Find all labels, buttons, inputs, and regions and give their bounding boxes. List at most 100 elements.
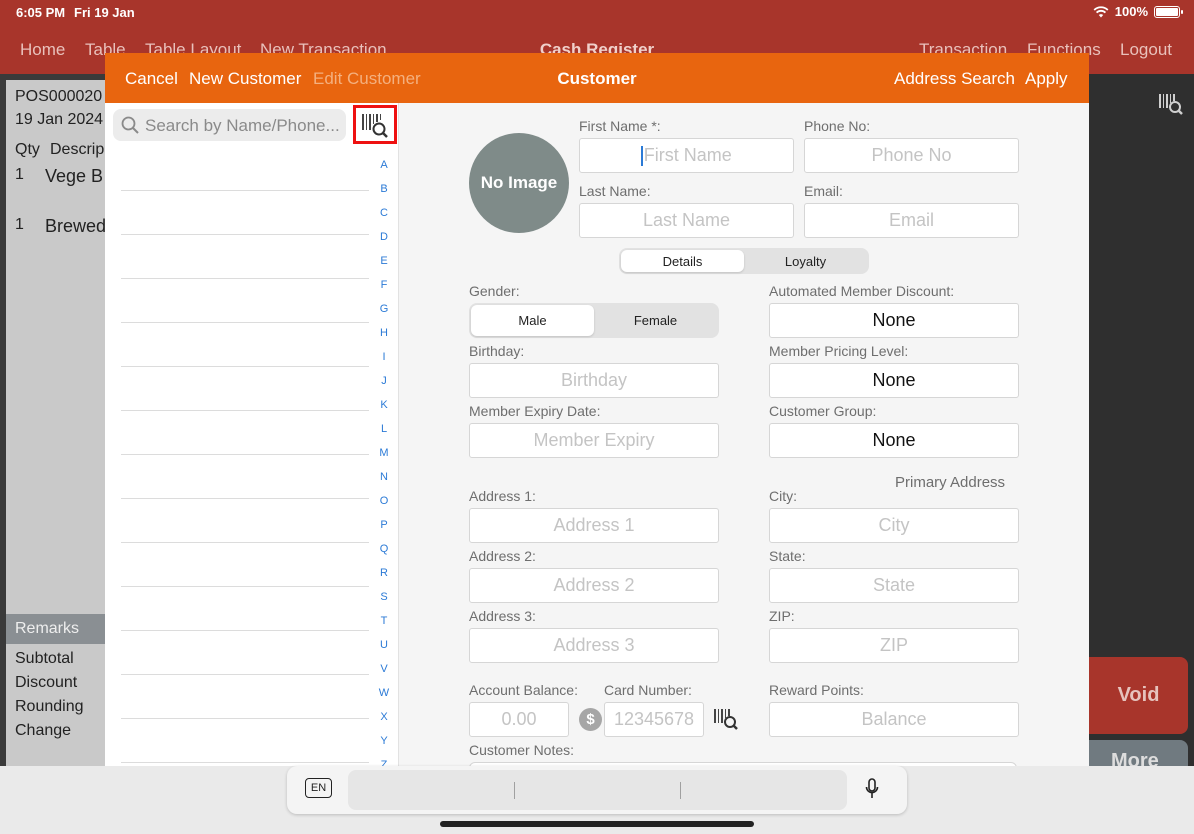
customer-list-pane: Search by Name/Phone... ABCDEFGHIJKLMNOP…	[105, 103, 399, 768]
alphabet-letter[interactable]: A	[377, 155, 391, 179]
dollar-icon[interactable]: $	[579, 708, 602, 731]
details-loyalty-tabs: Details Loyalty	[619, 248, 869, 274]
status-date: Fri 19 Jan	[74, 5, 135, 20]
list-item[interactable]	[121, 147, 369, 191]
list-item[interactable]	[121, 279, 369, 323]
balance-field[interactable]: 0.00	[469, 702, 569, 737]
alphabet-letter[interactable]: S	[377, 587, 391, 611]
reward-points-field[interactable]: Balance	[769, 702, 1019, 737]
remarks-header[interactable]: Remarks	[6, 614, 108, 644]
alphabet-letter[interactable]: F	[377, 275, 391, 299]
gender-female-option[interactable]: Female	[594, 305, 717, 336]
battery-icon	[1154, 5, 1183, 18]
receipt-panel: POS000020 19 Jan 2024 Qty Descrip 1 Vege…	[6, 80, 108, 770]
auto-discount-select[interactable]: None	[769, 303, 1019, 338]
list-item[interactable]	[121, 367, 369, 411]
list-item[interactable]	[121, 411, 369, 455]
list-item[interactable]	[121, 455, 369, 499]
alphabet-letter[interactable]: O	[377, 491, 391, 515]
last-name-field[interactable]: Last Name	[579, 203, 794, 238]
alphabet-letter[interactable]: I	[377, 347, 391, 371]
battery-percent: 100%	[1114, 4, 1148, 19]
phone-field[interactable]: Phone No	[804, 138, 1019, 173]
alphabet-letter[interactable]: D	[377, 227, 391, 251]
void-button[interactable]: Void	[1089, 657, 1188, 734]
rounding-label: Rounding	[15, 698, 84, 715]
line-desc[interactable]: Brewed	[45, 216, 106, 237]
alphabet-letter[interactable]: M	[377, 443, 391, 467]
card-number-field[interactable]: 12345678	[604, 702, 704, 737]
group-select[interactable]: None	[769, 423, 1019, 458]
list-item[interactable]	[121, 631, 369, 675]
state-field[interactable]: State	[769, 568, 1019, 603]
zip-field[interactable]: ZIP	[769, 628, 1019, 663]
alphabet-letter[interactable]: B	[377, 179, 391, 203]
alphabet-letter[interactable]: T	[377, 611, 391, 635]
alphabet-letter[interactable]: X	[377, 707, 391, 731]
alphabet-letter[interactable]: K	[377, 395, 391, 419]
auto-discount-label: Automated Member Discount:	[769, 283, 955, 299]
alphabet-letter[interactable]: U	[377, 635, 391, 659]
gender-male-option[interactable]: Male	[471, 305, 594, 336]
col-description: Descrip	[50, 141, 105, 158]
first-name-field[interactable]: First Name	[579, 138, 794, 173]
suggestion-bar[interactable]	[348, 770, 847, 810]
barcode-search-icon[interactable]	[1158, 92, 1184, 116]
customer-modal: Cancel New Customer Edit Customer Custom…	[105, 53, 1089, 768]
alphabet-letter[interactable]: H	[377, 323, 391, 347]
list-item[interactable]	[121, 675, 369, 719]
address1-label: Address 1:	[469, 488, 536, 504]
language-key[interactable]: EN	[305, 778, 332, 798]
customer-avatar[interactable]: No Image	[469, 133, 569, 233]
home-indicator[interactable]	[440, 821, 754, 827]
alphabet-letter[interactable]: Q	[377, 539, 391, 563]
list-item[interactable]	[121, 191, 369, 235]
balance-label: Account Balance:	[469, 682, 578, 698]
nav-logout[interactable]: Logout	[1120, 40, 1172, 60]
apply-button[interactable]: Apply	[1025, 69, 1068, 89]
address2-field[interactable]: Address 2	[469, 568, 719, 603]
expiry-field[interactable]: Member Expiry	[469, 423, 719, 458]
address1-field[interactable]: Address 1	[469, 508, 719, 543]
email-label: Email:	[804, 183, 843, 199]
list-item[interactable]	[121, 543, 369, 587]
list-item[interactable]	[121, 719, 369, 763]
alphabet-letter[interactable]: N	[377, 467, 391, 491]
subtotal-label: Subtotal	[15, 650, 74, 667]
barcode-scan-button[interactable]	[353, 105, 397, 144]
line-qty: 1	[15, 216, 24, 233]
list-item[interactable]	[121, 587, 369, 631]
tab-details[interactable]: Details	[621, 250, 744, 272]
alphabet-letter[interactable]: P	[377, 515, 391, 539]
receipt-date: 19 Jan 2024	[15, 111, 104, 128]
alphabet-index[interactable]: ABCDEFGHIJKLMNOPQRSTUVWXYZ	[377, 155, 391, 768]
expiry-label: Member Expiry Date:	[469, 403, 601, 419]
alphabet-letter[interactable]: E	[377, 251, 391, 275]
barcode-search-icon[interactable]	[713, 707, 739, 731]
list-item[interactable]	[121, 323, 369, 367]
microphone-icon[interactable]	[865, 778, 879, 800]
birthday-field[interactable]: Birthday	[469, 363, 719, 398]
list-item[interactable]	[121, 235, 369, 279]
gender-label: Gender:	[469, 283, 520, 299]
city-field[interactable]: City	[769, 508, 1019, 543]
alphabet-letter[interactable]: W	[377, 683, 391, 707]
alphabet-letter[interactable]: L	[377, 419, 391, 443]
line-desc[interactable]: Vege B	[45, 166, 103, 187]
address3-field[interactable]: Address 3	[469, 628, 719, 663]
list-item[interactable]	[121, 499, 369, 543]
alphabet-letter[interactable]: R	[377, 563, 391, 587]
alphabet-letter[interactable]: C	[377, 203, 391, 227]
primary-address-label: Primary Address	[895, 474, 1006, 491]
pricing-level-select[interactable]: None	[769, 363, 1019, 398]
tab-loyalty[interactable]: Loyalty	[744, 250, 867, 272]
alphabet-letter[interactable]: Y	[377, 731, 391, 755]
alphabet-letter[interactable]: J	[377, 371, 391, 395]
customer-search-input[interactable]: Search by Name/Phone...	[113, 109, 346, 141]
gender-toggle: Male Female	[469, 303, 719, 338]
alphabet-letter[interactable]: G	[377, 299, 391, 323]
email-field[interactable]: Email	[804, 203, 1019, 238]
alphabet-letter[interactable]: V	[377, 659, 391, 683]
address-search-button[interactable]: Address Search	[894, 69, 1015, 89]
search-icon	[121, 116, 139, 134]
